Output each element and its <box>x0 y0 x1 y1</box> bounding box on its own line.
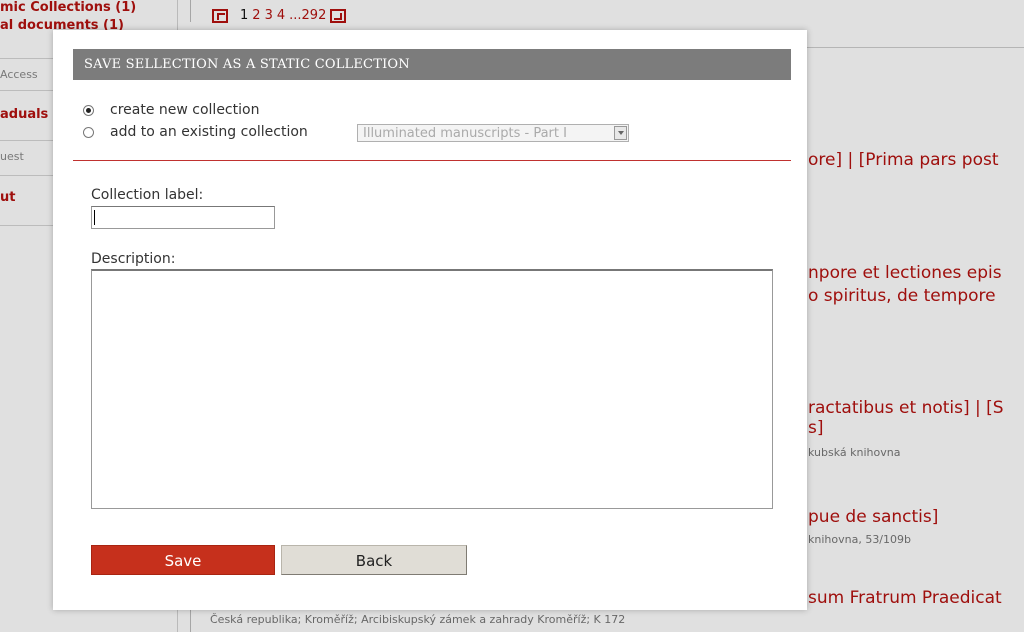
dialog-divider <box>73 160 791 161</box>
existing-collection-value: Illuminated manuscripts - Part I <box>363 126 567 141</box>
radio-add-existing[interactable] <box>83 126 94 138</box>
existing-collection-select[interactable]: Illuminated manuscripts - Part I <box>357 124 629 142</box>
back-button[interactable]: Back <box>281 545 467 575</box>
chevron-down-icon[interactable] <box>614 126 627 140</box>
option-add-existing-label: add to an existing collection <box>110 124 308 140</box>
description-caption: Description: <box>91 251 176 267</box>
collection-label-input[interactable] <box>91 206 275 229</box>
option-create-new-label: create new collection <box>110 102 260 118</box>
collection-label-caption: Collection label: <box>91 187 204 203</box>
save-collection-dialog: SAVE SELLECTION AS A STATIC COLLECTION c… <box>53 30 807 610</box>
radio-create-new[interactable] <box>83 104 94 116</box>
description-textarea[interactable] <box>91 269 773 509</box>
option-add-existing[interactable]: add to an existing collection <box>83 124 308 140</box>
text-caret <box>94 210 95 225</box>
option-create-new[interactable]: create new collection <box>83 102 259 118</box>
dialog-title: SAVE SELLECTION AS A STATIC COLLECTION <box>73 49 791 80</box>
save-button[interactable]: Save <box>91 545 275 575</box>
